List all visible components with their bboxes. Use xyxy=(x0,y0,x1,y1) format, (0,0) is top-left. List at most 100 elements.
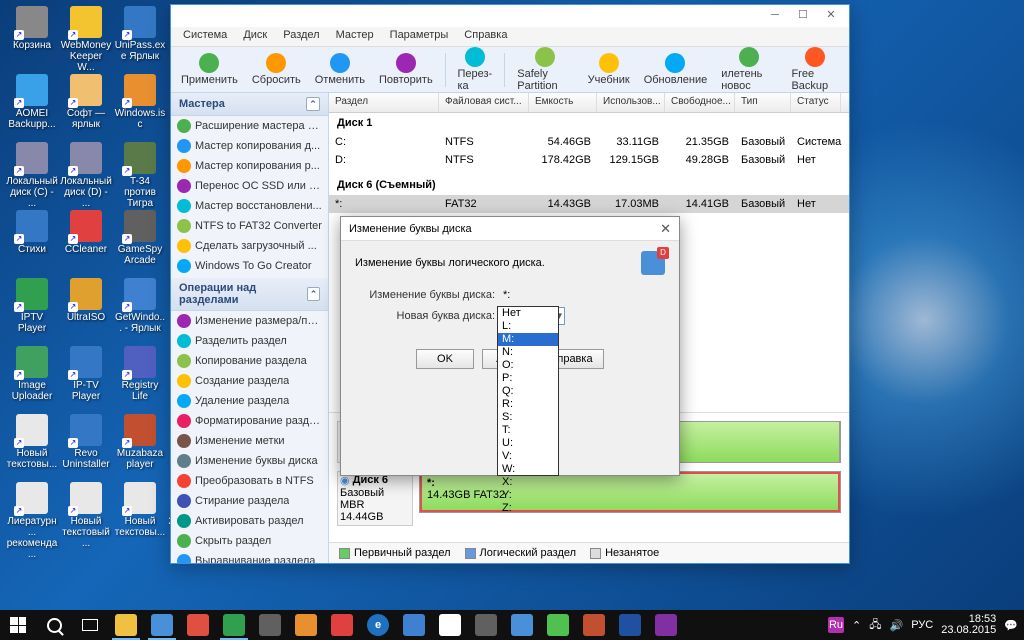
toolbar-button[interactable]: Повторить xyxy=(373,51,439,88)
dropdown-option[interactable]: Y: xyxy=(498,489,558,502)
sidebar-item[interactable]: Скрыть раздел xyxy=(171,531,328,551)
toolbar-button[interactable]: Safely Partition xyxy=(511,45,579,94)
menu-item[interactable]: Мастер xyxy=(328,27,382,46)
desktop-icon[interactable]: T-34 против Тигра xyxy=(114,142,166,209)
desktop-icon[interactable]: Локальный диск (C) - ... xyxy=(6,142,58,209)
toolbar-button[interactable]: Free Backup xyxy=(785,45,845,94)
desktop-icon[interactable]: Корзина xyxy=(6,6,58,51)
taskbar-app[interactable] xyxy=(540,610,576,640)
menu-item[interactable]: Параметры xyxy=(382,27,457,46)
sidebar-item[interactable]: Мастер восстановлени... xyxy=(171,196,328,216)
sidebar-item[interactable]: Изменение метки xyxy=(171,431,328,451)
sidebar-item[interactable]: NTFS to FAT32 Converter xyxy=(171,216,328,236)
column-header[interactable]: Емкость xyxy=(529,93,597,112)
desktop-icon[interactable]: Muzabaza player xyxy=(114,414,166,470)
sidebar-item[interactable]: Выравнивание раздела xyxy=(171,551,328,563)
dropdown-option[interactable]: T: xyxy=(498,424,558,437)
sidebar-item[interactable]: Расширение мастера р... xyxy=(171,116,328,136)
sidebar-item[interactable]: Форматирование раздела xyxy=(171,411,328,431)
dropdown-option[interactable]: W: xyxy=(498,463,558,476)
dropdown-option[interactable]: R: xyxy=(498,398,558,411)
desktop-icon[interactable]: Лиературн... рекоменда... xyxy=(6,482,58,560)
toolbar-button[interactable]: Перез-ка xyxy=(451,45,498,94)
dropdown-option[interactable]: S: xyxy=(498,411,558,424)
dropdown-option[interactable]: M: xyxy=(498,333,558,346)
taskbar-app[interactable] xyxy=(144,610,180,640)
table-row[interactable]: C:NTFS54.46GB33.11GB21.35GBБазовыйСистем… xyxy=(329,133,849,151)
taskbar-app[interactable] xyxy=(612,610,648,640)
taskbar-app[interactable] xyxy=(180,610,216,640)
desktop-icon[interactable]: Новый текстовый ... xyxy=(60,482,112,549)
close-button[interactable]: ✕ xyxy=(817,7,845,25)
dropdown-option[interactable]: N: xyxy=(498,346,558,359)
desktop-icon[interactable]: Новый текстовы... xyxy=(6,414,58,470)
toolbar-button[interactable]: Применить xyxy=(175,51,244,88)
toolbar-button[interactable]: Сбросить xyxy=(246,51,307,88)
desktop-icon[interactable]: IP-TV Player xyxy=(60,346,112,402)
maximize-button[interactable]: ☐ xyxy=(789,7,817,25)
clock[interactable]: 18:5323.08.2015 xyxy=(941,614,996,636)
sidebar-item[interactable]: Активировать раздел xyxy=(171,511,328,531)
table-row[interactable]: D:NTFS178.42GB129.15GB49.28GBБазовыйНет xyxy=(329,151,849,169)
sidebar-item[interactable]: Создание раздела xyxy=(171,371,328,391)
sidebar-item[interactable]: Сделать загрузочный ... xyxy=(171,236,328,256)
taskbar-app[interactable] xyxy=(396,610,432,640)
desktop-icon[interactable]: Новый текстовы... xyxy=(114,482,166,538)
menu-item[interactable]: Система xyxy=(175,27,235,46)
dropdown-option[interactable]: Z: xyxy=(498,502,558,515)
menu-item[interactable]: Диск xyxy=(235,27,275,46)
sidebar-item[interactable]: Разделить раздел xyxy=(171,331,328,351)
taskbar-app[interactable] xyxy=(252,610,288,640)
desktop-icon[interactable]: GetWindo... - Ярлык xyxy=(114,278,166,334)
toolbar-button[interactable]: илетень новос xyxy=(715,45,783,94)
sidebar-item[interactable]: Изменение буквы диска xyxy=(171,451,328,471)
desktop-icon[interactable]: AOMEI Backupp... xyxy=(6,74,58,130)
dropdown-option[interactable]: L: xyxy=(498,320,558,333)
desktop-icon[interactable]: UltraISO xyxy=(60,278,112,323)
taskbar-app[interactable] xyxy=(504,610,540,640)
column-header[interactable]: Использов... xyxy=(597,93,665,112)
taskbar-app[interactable] xyxy=(288,610,324,640)
close-icon[interactable]: ✕ xyxy=(660,221,671,237)
lang-indicator[interactable]: Ru xyxy=(828,617,844,633)
tray-chevron-icon[interactable]: ⌃ xyxy=(852,619,861,632)
store-icon[interactable] xyxy=(432,610,468,640)
menu-item[interactable]: Справка xyxy=(456,27,515,46)
ops-header[interactable]: Операции над разделами⌃ xyxy=(171,278,328,311)
dropdown-option[interactable]: X: xyxy=(498,476,558,489)
toolbar-button[interactable]: Учебник xyxy=(582,51,636,88)
desktop-icon[interactable]: Стихи xyxy=(6,210,58,255)
desktop-icon[interactable]: WebMoney Keeper W... xyxy=(60,6,112,73)
toolbar-button[interactable]: Отменить xyxy=(309,51,371,88)
desktop-icon[interactable]: UniPass.exe Ярлык xyxy=(114,6,166,62)
volume-icon[interactable]: 🔊 xyxy=(890,619,904,632)
toolbar-button[interactable]: Обновление xyxy=(638,51,714,88)
desktop-icon[interactable]: Локальный диск (D) - ... xyxy=(60,142,112,209)
desktop-icon[interactable]: Image Uploader xyxy=(6,346,58,402)
desktop-icon[interactable]: CCleaner xyxy=(60,210,112,255)
edge-icon[interactable]: e xyxy=(360,610,396,640)
ok-button[interactable]: OK xyxy=(416,349,474,369)
taskbar-app[interactable] xyxy=(648,610,684,640)
sidebar-item[interactable]: Преобразовать в NTFS xyxy=(171,471,328,491)
sidebar-item[interactable]: Windows To Go Creator xyxy=(171,256,328,276)
column-header[interactable]: Файловая сист... xyxy=(439,93,529,112)
taskbar-app[interactable] xyxy=(576,610,612,640)
dropdown-option[interactable]: Нет xyxy=(498,307,558,320)
desktop-icon[interactable]: Софт — ярлык xyxy=(60,74,112,130)
collapse-icon[interactable]: ⌃ xyxy=(306,97,320,111)
sidebar-item[interactable]: Перенос ОС SSD или HDD xyxy=(171,176,328,196)
desktop-icon[interactable]: Revo Uninstaller xyxy=(60,414,112,470)
taskbar-app[interactable] xyxy=(108,610,144,640)
taskbar-app[interactable] xyxy=(216,610,252,640)
dropdown-option[interactable]: P: xyxy=(498,372,558,385)
collapse-icon[interactable]: ⌃ xyxy=(307,287,320,301)
masters-header[interactable]: Мастера⌃ xyxy=(171,93,328,116)
sidebar-item[interactable]: Удаление раздела xyxy=(171,391,328,411)
desktop-icon[interactable]: Windows.isc xyxy=(114,74,166,130)
sidebar-item[interactable]: Стирание раздела xyxy=(171,491,328,511)
sidebar-item[interactable]: Копирование раздела xyxy=(171,351,328,371)
taskview-icon[interactable] xyxy=(72,610,108,640)
desktop-icon[interactable]: Registry Life xyxy=(114,346,166,402)
desktop-icon[interactable]: IPTV Player xyxy=(6,278,58,334)
